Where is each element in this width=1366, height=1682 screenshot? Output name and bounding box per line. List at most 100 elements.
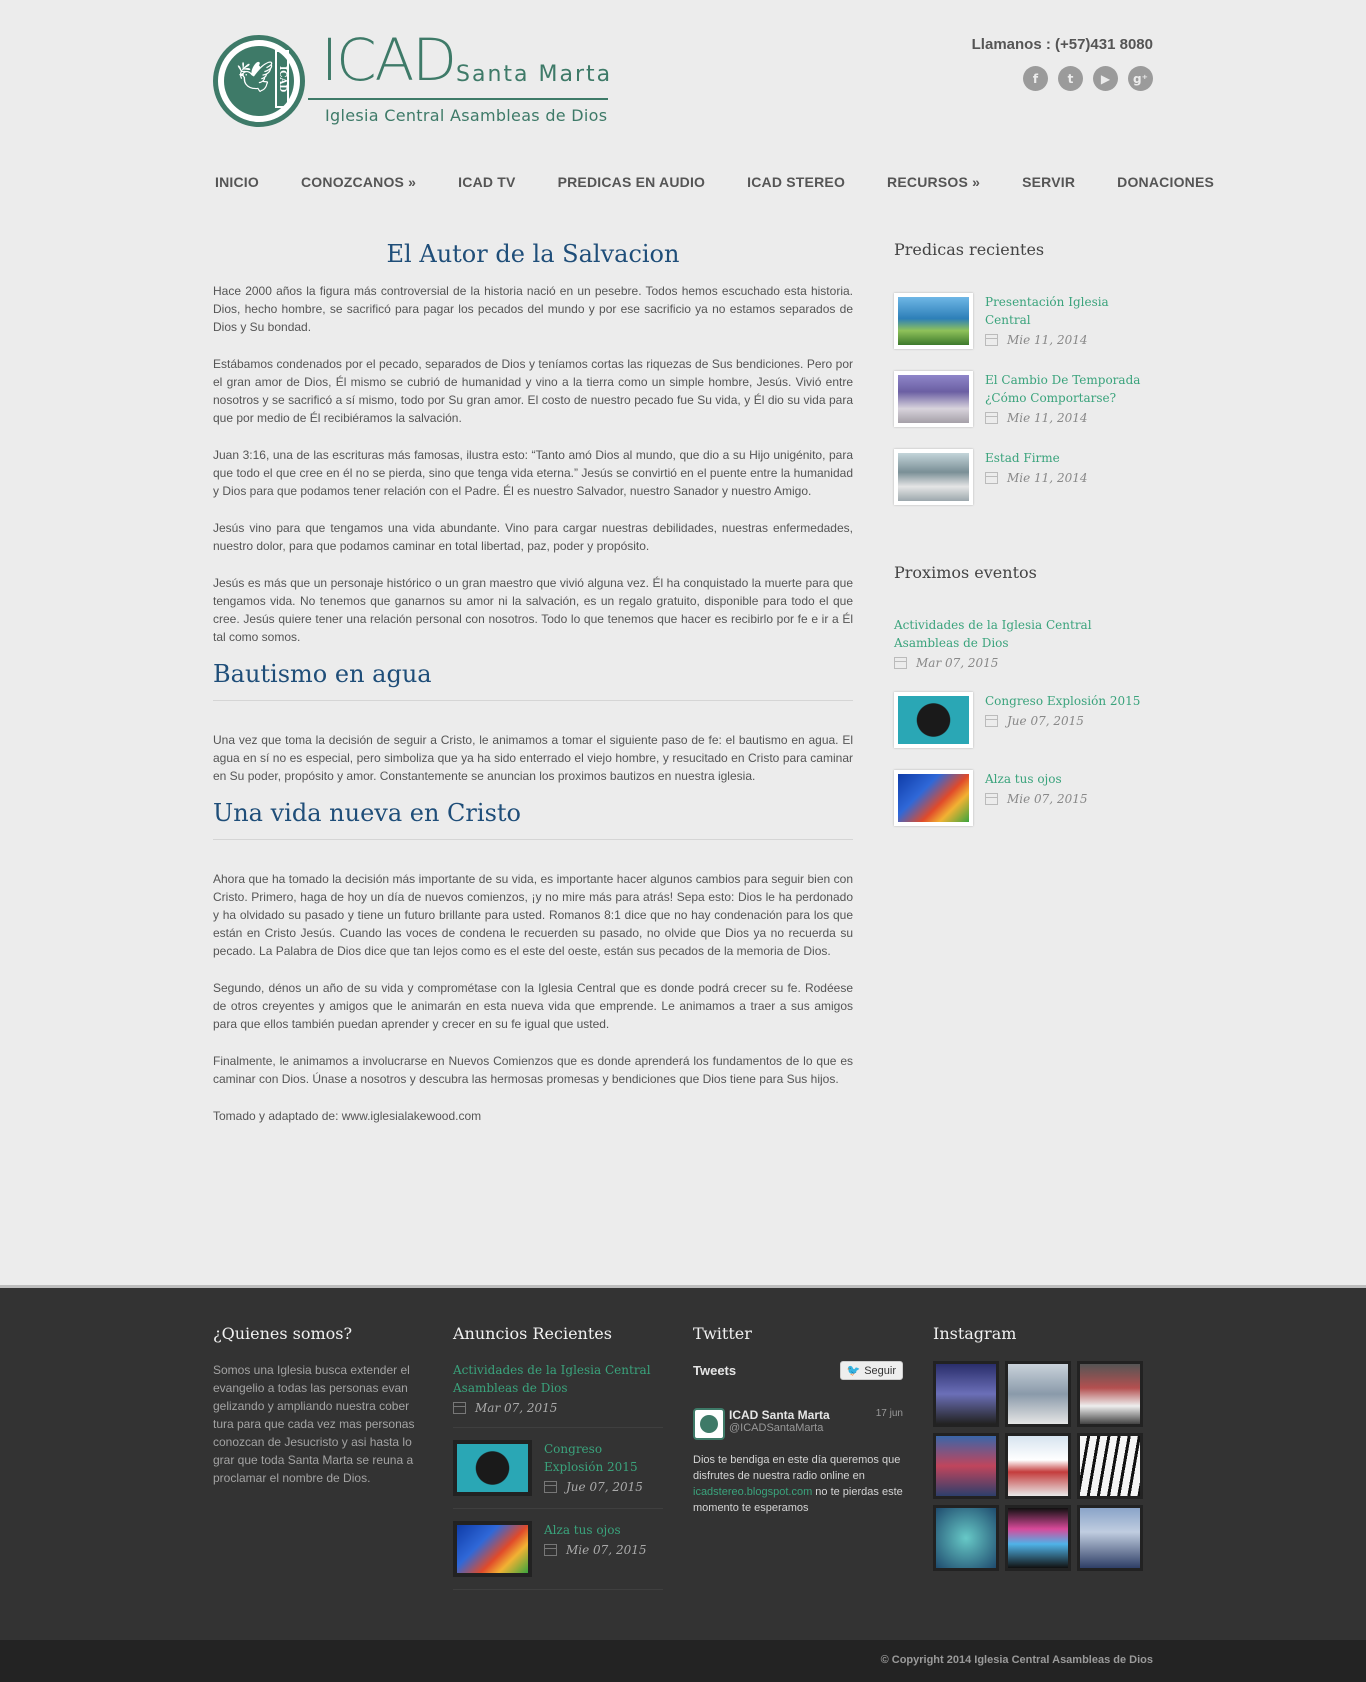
- instagram-photo[interactable]: [1077, 1505, 1143, 1571]
- sidebar: Predicas recientes Presentación Iglesia …: [894, 240, 1154, 848]
- calendar-icon: [544, 1481, 557, 1493]
- sermon-thumbnail[interactable]: [894, 449, 973, 505]
- announcement-title-link[interactable]: Actividades de la Iglesia Central Asambl…: [453, 1361, 663, 1397]
- recent-sermon-item[interactable]: Estad Firme Mie 11, 2014: [894, 449, 1154, 505]
- event-thumbnail[interactable]: [894, 692, 973, 748]
- calendar-icon: [985, 715, 998, 727]
- date-text: Jue 07, 2015: [1007, 714, 1084, 728]
- calendar-icon: [985, 334, 998, 346]
- section-heading-vida-nueva: Una vida nueva en Cristo: [213, 799, 853, 840]
- site-header: 🕊 ICAD ICAD Santa Marta Iglesia Central …: [0, 0, 1366, 150]
- tweet-text: Dios te bendiga en este día queremos que…: [693, 1452, 903, 1516]
- footer-announcements-title: Anuncios Recientes: [453, 1324, 612, 1343]
- event-date: Jue 07, 2015: [985, 714, 1140, 728]
- nav-item-servir[interactable]: SERVIR: [1020, 170, 1077, 194]
- event-date: Mie 07, 2015: [985, 792, 1087, 806]
- date-text: Mie 07, 2015: [566, 1543, 647, 1557]
- instagram-photo[interactable]: [1005, 1361, 1071, 1427]
- instagram-photo[interactable]: [1005, 1433, 1071, 1499]
- avatar[interactable]: [693, 1408, 725, 1440]
- section-heading-bautismo: Bautismo en agua: [213, 660, 853, 701]
- tweet-text-part: Dios te bendiga en este día queremos que…: [693, 1454, 901, 1482]
- twitter-bird-icon: 🐦: [846, 1365, 861, 1377]
- event-title-link[interactable]: Alza tus ojos: [985, 770, 1087, 788]
- announcement-item[interactable]: Congreso Explosión 2015 Jue 07, 2015: [453, 1440, 663, 1509]
- sermon-title-link[interactable]: El Cambio De Temporada ¿Cómo Comportarse…: [985, 371, 1154, 407]
- instagram-photo[interactable]: [1005, 1505, 1071, 1571]
- date-text: Mar 07, 2015: [916, 656, 999, 670]
- tweet-author-handle[interactable]: @ICADSantaMarta: [729, 1422, 903, 1434]
- follow-button[interactable]: 🐦 Seguir: [839, 1361, 903, 1380]
- dove-icon: 🕊: [236, 60, 275, 95]
- logo-subtitle: Iglesia Central Asambleas de Dios: [325, 106, 608, 125]
- recent-sermons-title: Predicas recientes: [894, 240, 1045, 259]
- paragraph: Segundo, dénos un año de su vida y compr…: [213, 981, 853, 1031]
- youtube-icon[interactable]: ▶: [1093, 66, 1118, 91]
- event-title-link[interactable]: Congreso Explosión 2015: [985, 692, 1140, 710]
- footer-about: ¿Quienes somos? Somos una Iglesia busca …: [213, 1324, 423, 1487]
- tweets-label: Tweets: [693, 1363, 737, 1378]
- announcement-title-link[interactable]: Alza tus ojos: [544, 1521, 646, 1539]
- facebook-icon[interactable]: f: [1023, 66, 1048, 91]
- twitter-icon[interactable]: t: [1058, 66, 1083, 91]
- footer-announcements: Anuncios Recientes Actividades de la Igl…: [453, 1324, 663, 1602]
- event-item[interactable]: Alza tus ojos Mie 07, 2015: [894, 770, 1154, 826]
- source-credit: Tomado y adaptado de: www.iglesialakewoo…: [213, 1109, 482, 1123]
- instagram-photo[interactable]: [1077, 1361, 1143, 1427]
- calendar-icon: [453, 1402, 466, 1414]
- nav-item-icad-stereo[interactable]: ICAD STEREO: [745, 170, 847, 194]
- instagram-photo[interactable]: [933, 1433, 999, 1499]
- nav-item-recursos[interactable]: RECURSOS »: [885, 170, 982, 194]
- announcement-title-link[interactable]: Congreso Explosión 2015: [544, 1440, 663, 1476]
- tweet-author-name[interactable]: ICAD Santa Marta: [729, 1408, 830, 1422]
- tweet-link[interactable]: icadstereo.blogspot.com: [693, 1486, 812, 1498]
- tweet: ICAD Santa Marta 17 jun @ICADSantaMarta …: [693, 1408, 903, 1516]
- recent-sermon-item[interactable]: El Cambio De Temporada ¿Cómo Comportarse…: [894, 371, 1154, 427]
- announcement-item[interactable]: Alza tus ojos Mie 07, 2015: [453, 1521, 663, 1590]
- recent-sermon-item[interactable]: Presentación Iglesia Central Mie 11, 201…: [894, 293, 1154, 349]
- event-item[interactable]: Actividades de la Iglesia Central Asambl…: [894, 616, 1154, 670]
- date-text: Mie 11, 2014: [1007, 333, 1088, 347]
- instagram-photo[interactable]: [933, 1505, 999, 1571]
- copyright-text: © Copyright 2014 Iglesia Central Asamble…: [880, 1654, 1153, 1666]
- site-footer: ¿Quienes somos? Somos una Iglesia busca …: [0, 1285, 1366, 1640]
- site-logo[interactable]: 🕊 ICAD ICAD Santa Marta Iglesia Central …: [213, 26, 613, 132]
- event-thumbnail[interactable]: [894, 770, 973, 826]
- nav-item-icad-tv[interactable]: ICAD TV: [456, 170, 517, 194]
- sermon-title-link[interactable]: Estad Firme: [985, 449, 1087, 467]
- sermon-date: Mie 11, 2014: [985, 471, 1087, 485]
- date-text: Mar 07, 2015: [475, 1401, 558, 1415]
- calendar-icon: [894, 657, 907, 669]
- nav-item-inicio[interactable]: INICIO: [213, 170, 261, 194]
- event-item[interactable]: Congreso Explosión 2015 Jue 07, 2015: [894, 692, 1154, 748]
- sermon-thumbnail[interactable]: [894, 293, 973, 349]
- instagram-photo[interactable]: [933, 1361, 999, 1427]
- sermon-thumbnail[interactable]: [894, 371, 973, 427]
- sermon-title-link[interactable]: Presentación Iglesia Central: [985, 293, 1154, 329]
- sermon-date: Mie 11, 2014: [985, 333, 1154, 347]
- social-links: f t ▶ g⁺: [1023, 66, 1153, 91]
- nav-item-predicas-audio[interactable]: PREDICAS EN AUDIO: [556, 170, 708, 194]
- main-nav: INICIO CONOZCANOS » ICAD TV PREDICAS EN …: [213, 170, 1216, 194]
- main-content: El Autor de la Salvacion Hace 2000 años …: [213, 240, 853, 1144]
- event-title-link[interactable]: Actividades de la Iglesia Central Asambl…: [894, 616, 1154, 652]
- nav-item-donaciones[interactable]: DONACIONES: [1115, 170, 1216, 194]
- announcement-thumbnail[interactable]: [453, 1521, 532, 1577]
- instagram-photo[interactable]: [1077, 1433, 1143, 1499]
- twitter-widget-header: Tweets 🐦 Seguir: [693, 1361, 903, 1380]
- announcement-date: Mie 07, 2015: [544, 1543, 646, 1557]
- announcement-thumbnail[interactable]: [453, 1440, 532, 1496]
- calendar-icon: [985, 793, 998, 805]
- follow-label: Seguir: [864, 1364, 896, 1377]
- announcement-item[interactable]: Actividades de la Iglesia Central Asambl…: [453, 1361, 663, 1428]
- nav-item-conozcanos[interactable]: CONOZCANOS »: [299, 170, 418, 194]
- upcoming-events-title: Proximos eventos: [894, 563, 1037, 582]
- logo-vertical-text: ICAD: [275, 50, 289, 108]
- calendar-icon: [985, 472, 998, 484]
- footer-instagram-title: Instagram: [933, 1324, 1017, 1343]
- logo-emblem: 🕊 ICAD: [213, 35, 305, 127]
- tweet-date[interactable]: 17 jun: [876, 1408, 903, 1422]
- sermon-date: Mie 11, 2014: [985, 411, 1154, 425]
- logo-divider: [308, 98, 608, 100]
- google-plus-icon[interactable]: g⁺: [1128, 66, 1153, 91]
